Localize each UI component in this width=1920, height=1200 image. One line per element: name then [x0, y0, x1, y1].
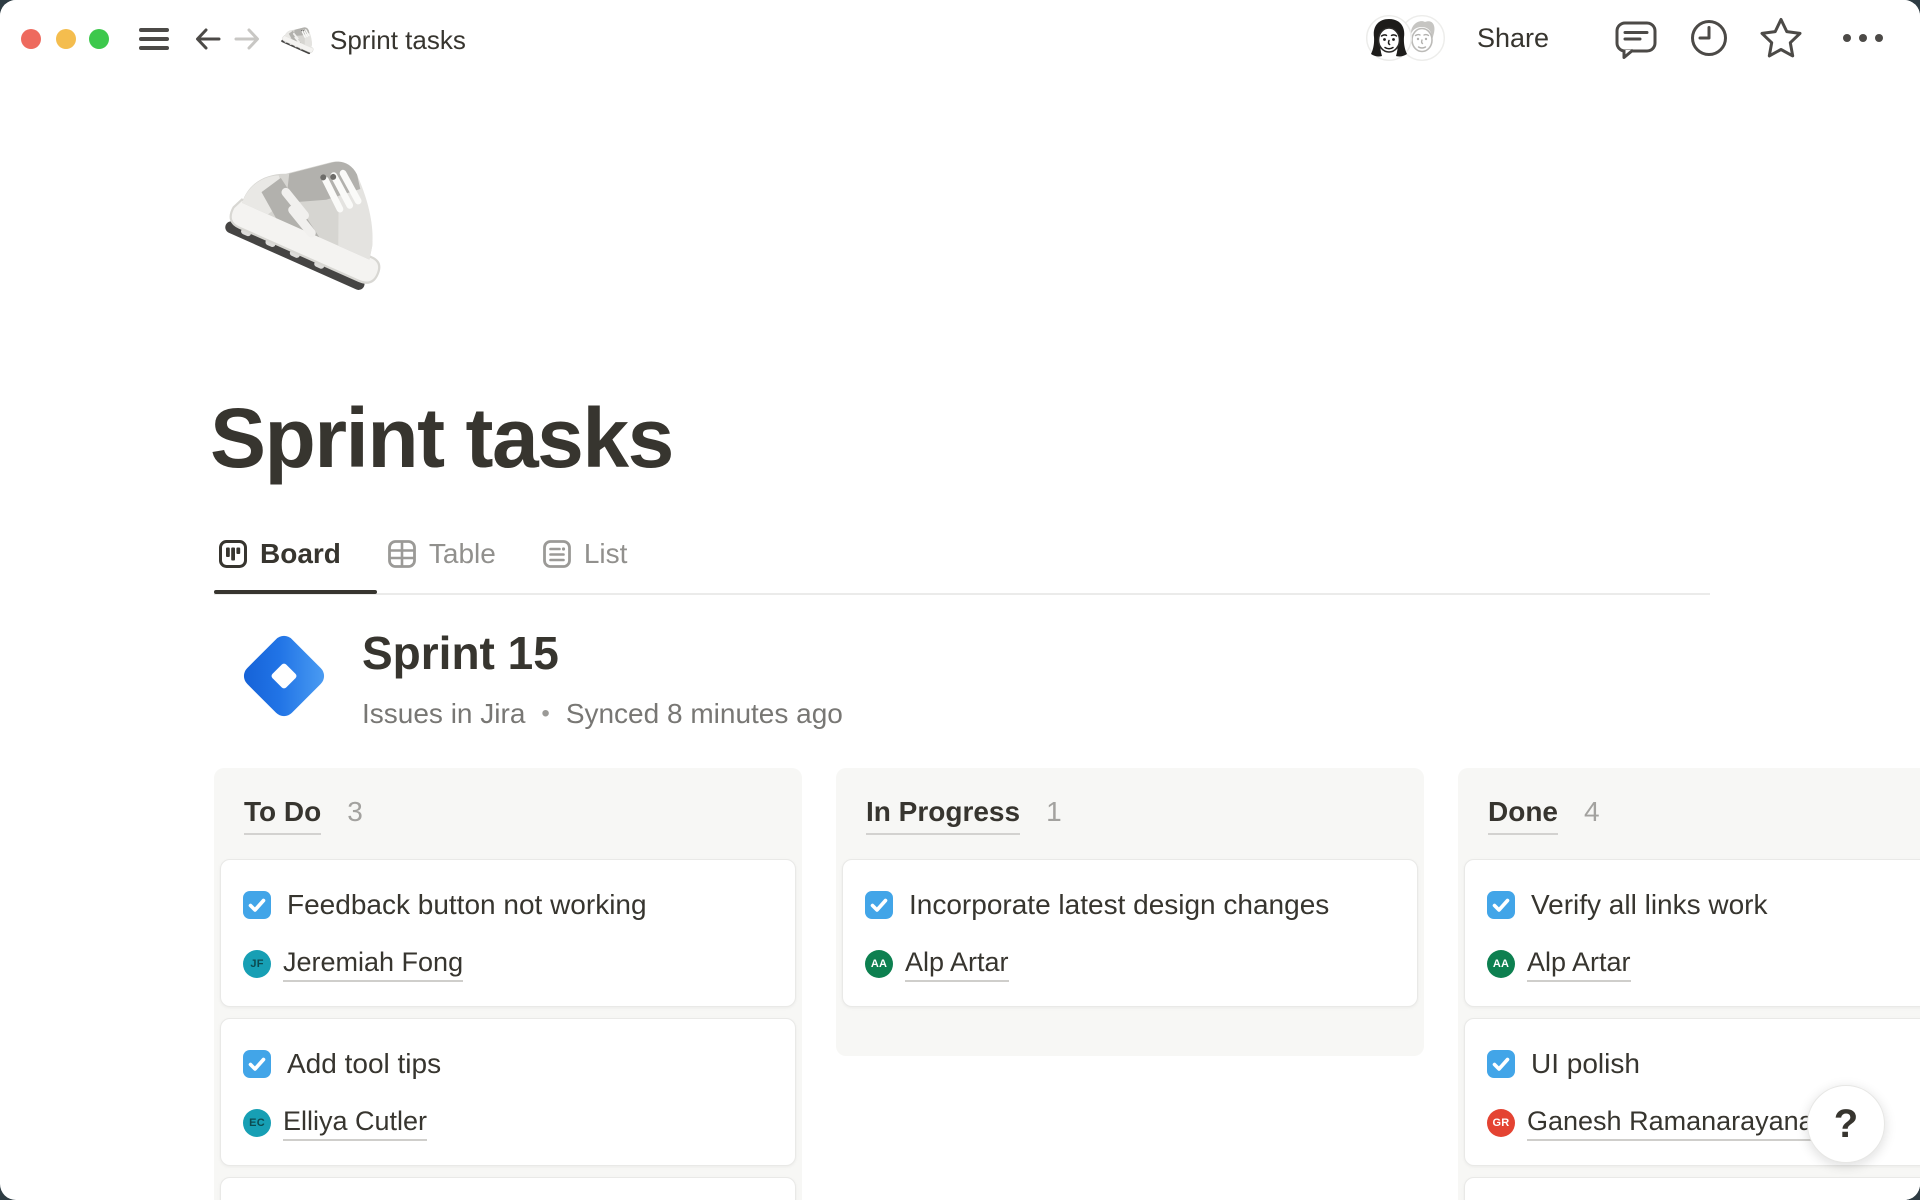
assignee-avatar: GR — [1487, 1109, 1515, 1137]
checkbox-checked-icon[interactable] — [1487, 891, 1515, 919]
tab-table-label: Table — [429, 538, 496, 570]
assignee-avatar: EC — [243, 1109, 271, 1137]
assignee-avatar: AA — [1487, 950, 1515, 978]
board-icon — [218, 539, 248, 569]
sidebar-menu-icon[interactable] — [139, 28, 169, 50]
tab-list-label: List — [584, 538, 628, 570]
task-card-partial[interactable] — [1464, 1177, 1920, 1200]
view-tabs: Board Table List — [218, 532, 627, 576]
task-card-partial[interactable] — [220, 1177, 796, 1200]
board-column-todo: To Do 3 Feedback button not working JF J… — [214, 768, 802, 1200]
help-button[interactable]: ? — [1807, 1085, 1885, 1163]
assignee-initials: AA — [871, 958, 887, 970]
forward-arrow-icon[interactable] — [232, 23, 262, 55]
assignee-avatar: AA — [865, 950, 893, 978]
linked-db-source[interactable]: Issues in Jira — [362, 698, 525, 730]
column-header: In Progress 1 — [866, 796, 1418, 835]
column-name[interactable]: To Do — [244, 796, 321, 835]
task-card[interactable]: Add tool tips EC Elliya Cutler — [220, 1018, 796, 1166]
table-icon — [387, 539, 417, 569]
subtitle-separator: • — [541, 700, 549, 728]
assignee-name[interactable]: Elliya Cutler — [283, 1106, 427, 1141]
help-question-mark: ? — [1834, 1102, 1858, 1147]
sneaker-page-icon-small — [281, 20, 318, 57]
card-title: Incorporate latest design changes — [909, 889, 1329, 920]
minimize-window-button[interactable] — [56, 29, 76, 49]
tabs-divider — [214, 593, 1710, 595]
close-window-button[interactable] — [21, 29, 41, 49]
task-card[interactable]: Feedback button not working JF Jeremiah … — [220, 859, 796, 1007]
board-column-in-progress: In Progress 1 Incorporate latest design … — [836, 768, 1424, 1056]
task-card[interactable]: Verify all links work AA Alp Artar — [1464, 859, 1920, 1007]
linked-db-sync-status: Synced 8 minutes ago — [566, 698, 843, 730]
tab-board-label: Board — [260, 538, 341, 570]
active-tab-underline — [214, 590, 377, 594]
assignee-row: JF Jeremiah Fong — [243, 950, 771, 978]
card-title: Verify all links work — [1531, 889, 1768, 920]
task-card[interactable]: Incorporate latest design changes AA Alp… — [842, 859, 1418, 1007]
page-title: Sprint tasks — [210, 390, 673, 487]
column-count: 1 — [1046, 796, 1062, 828]
column-count: 4 — [1584, 796, 1600, 828]
favorite-star-icon[interactable] — [1758, 15, 1804, 61]
more-options-icon[interactable] — [1840, 30, 1886, 46]
assignee-name[interactable]: Alp Artar — [905, 947, 1009, 982]
comments-icon[interactable] — [1613, 18, 1659, 62]
toolbar: Sprint tasks Share — [0, 0, 1920, 78]
column-name[interactable]: Done — [1488, 796, 1558, 835]
card-title: UI polish — [1531, 1048, 1640, 1079]
jira-logo — [233, 622, 335, 730]
updates-clock-icon[interactable] — [1689, 18, 1729, 58]
checkbox-checked-icon[interactable] — [865, 891, 893, 919]
assignee-avatar: JF — [243, 950, 271, 978]
tab-board[interactable]: Board — [218, 538, 341, 570]
checkbox-checked-icon[interactable] — [1487, 1050, 1515, 1078]
list-icon — [542, 539, 572, 569]
share-button[interactable]: Share — [1477, 23, 1549, 54]
linked-db-title[interactable]: Sprint 15 — [362, 626, 559, 680]
assignee-name[interactable]: Jeremiah Fong — [283, 947, 463, 982]
notion-window: Sprint tasks Share — [0, 0, 1920, 1200]
sneaker-page-icon-large[interactable] — [224, 126, 402, 304]
assignee-initials: AA — [1493, 958, 1509, 970]
assignee-row: AA Alp Artar — [865, 950, 1393, 978]
column-header: Done 4 — [1488, 796, 1920, 835]
assignee-row: AA Alp Artar — [1487, 950, 1920, 978]
assignee-name[interactable]: Ganesh Ramanarayanan — [1527, 1106, 1829, 1141]
checkbox-checked-icon[interactable] — [243, 1050, 271, 1078]
column-header: To Do 3 — [244, 796, 796, 835]
card-title: Feedback button not working — [287, 889, 647, 920]
column-name[interactable]: In Progress — [866, 796, 1020, 835]
assignee-initials: GR — [1493, 1117, 1510, 1129]
tab-list[interactable]: List — [542, 538, 628, 570]
tab-table[interactable]: Table — [387, 538, 496, 570]
collaborator-avatar-woman[interactable] — [1366, 15, 1412, 61]
card-title: Add tool tips — [287, 1048, 441, 1079]
checkbox-checked-icon[interactable] — [243, 891, 271, 919]
column-count: 3 — [347, 796, 363, 828]
assignee-name[interactable]: Alp Artar — [1527, 947, 1631, 982]
assignee-initials: EC — [249, 1117, 265, 1129]
back-arrow-icon[interactable] — [193, 23, 223, 55]
zoom-window-button[interactable] — [89, 29, 109, 49]
linked-db-subtitle: Issues in Jira • Synced 8 minutes ago — [362, 698, 843, 730]
assignee-initials: JF — [250, 958, 263, 970]
assignee-row: EC Elliya Cutler — [243, 1109, 771, 1137]
toolbar-page-title: Sprint tasks — [330, 25, 466, 56]
